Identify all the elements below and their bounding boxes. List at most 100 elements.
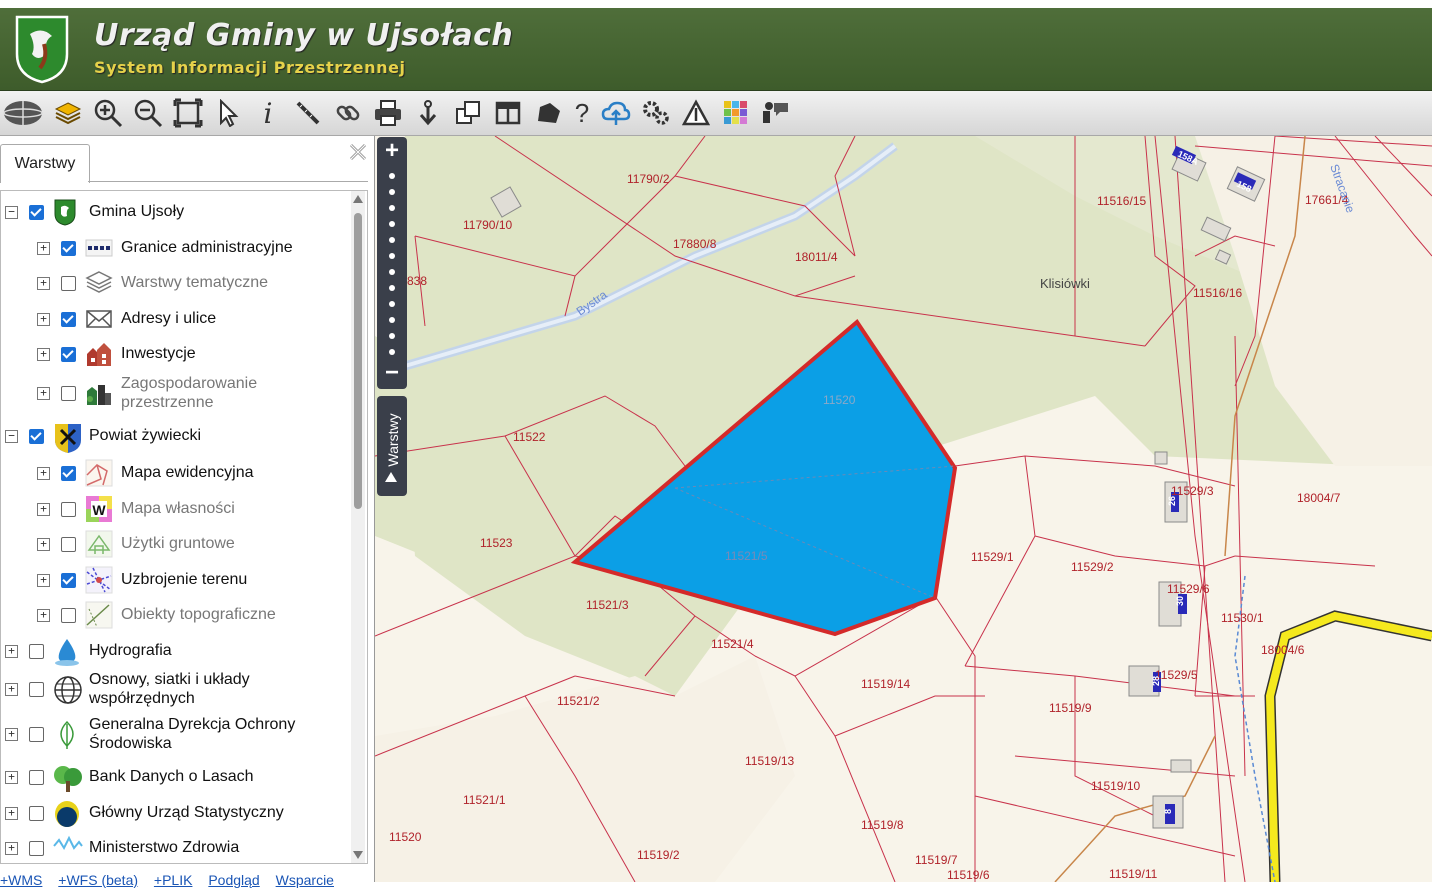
tab-warstwy[interactable]: Warstwy <box>0 144 90 183</box>
layer-row[interactable]: + Generalna Dyrekcja Ochrony Środowiska <box>1 710 349 758</box>
layer-row[interactable]: + Hydrografia <box>1 634 349 668</box>
expand-toggle-icon[interactable]: + <box>37 574 50 587</box>
layer-visibility-checkbox[interactable] <box>61 502 76 517</box>
layer-visibility-checkbox[interactable] <box>61 537 76 552</box>
layer-visibility-checkbox[interactable] <box>29 806 44 821</box>
palette-icon[interactable] <box>720 97 752 129</box>
layer-row[interactable]: + Zagospodarowanie przestrzenne <box>1 369 349 417</box>
layer-visibility-checkbox[interactable] <box>29 205 44 220</box>
link-add-wms[interactable]: +WMS <box>0 872 42 888</box>
zoom-out-icon[interactable] <box>132 97 164 129</box>
link-icon[interactable] <box>332 97 364 129</box>
expand-toggle-icon[interactable]: + <box>5 807 18 820</box>
expand-toggle-icon[interactable]: + <box>5 842 18 855</box>
link-preview[interactable]: Podgląd <box>208 872 259 888</box>
zoom-level-step[interactable] <box>389 221 395 227</box>
expand-toggle-icon[interactable]: + <box>37 538 50 551</box>
layer-visibility-checkbox[interactable] <box>29 727 44 742</box>
layer-row[interactable]: + Osnowy, siatki i układy współrzędnych <box>1 665 349 713</box>
expand-toggle-icon[interactable]: + <box>37 467 50 480</box>
zoom-level-step[interactable] <box>389 237 395 243</box>
help-icon[interactable]: ? <box>566 97 598 129</box>
layer-visibility-checkbox[interactable] <box>61 312 76 327</box>
layer-visibility-checkbox[interactable] <box>61 608 76 623</box>
zoom-level-step[interactable] <box>389 189 395 195</box>
zoom-out-button[interactable]: − <box>377 359 407 387</box>
layer-row[interactable]: + Użytki gruntowe <box>1 527 349 561</box>
settings-icon[interactable] <box>640 97 672 129</box>
layer-row[interactable]: − Gmina Ujsoły <box>1 195 349 229</box>
expand-toggle-icon[interactable]: + <box>37 503 50 516</box>
zoom-level-step[interactable] <box>389 285 395 291</box>
zoom-in-button[interactable]: + <box>377 137 407 165</box>
layer-visibility-checkbox[interactable] <box>29 429 44 444</box>
layer-row[interactable]: + W Mapa własności <box>1 492 349 526</box>
zoom-level-step[interactable] <box>389 205 395 211</box>
layer-visibility-checkbox[interactable] <box>29 770 44 785</box>
layer-row[interactable]: + Adresy i ulice <box>1 302 349 336</box>
expand-toggle-icon[interactable]: + <box>5 728 18 741</box>
info-icon[interactable]: i <box>252 97 284 130</box>
measure-icon[interactable] <box>292 97 324 129</box>
close-panel-icon[interactable] <box>348 142 368 168</box>
layer-row[interactable]: + Uzbrojenie terenu <box>1 563 349 597</box>
layer-visibility-checkbox[interactable] <box>61 241 76 256</box>
zoom-level-step[interactable] <box>389 173 395 179</box>
layers-icon[interactable] <box>52 97 84 129</box>
layer-visibility-checkbox[interactable] <box>61 347 76 362</box>
layer-row[interactable]: + Główny Urząd Statystyczny <box>1 796 349 830</box>
collapse-toggle-icon[interactable]: − <box>5 430 18 443</box>
layer-row[interactable]: + Bank Danych o Lasach <box>1 760 349 794</box>
layer-row[interactable]: + Inwestycje <box>1 337 349 371</box>
select-arrow-icon[interactable] <box>212 97 244 129</box>
zoom-level-step[interactable] <box>389 253 395 259</box>
zoom-in-icon[interactable] <box>92 97 124 129</box>
zoom-level-step[interactable] <box>389 317 395 323</box>
expand-toggle-icon[interactable]: + <box>5 771 18 784</box>
expand-toggle-icon[interactable]: + <box>5 683 18 696</box>
layer-row[interactable]: + Mapa ewidencyjna <box>1 456 349 490</box>
cloud-upload-icon[interactable] <box>600 97 632 129</box>
expand-toggle-icon[interactable]: + <box>37 348 50 361</box>
shape-icon[interactable] <box>532 97 564 129</box>
zoom-level-step[interactable] <box>389 269 395 275</box>
chat-icon[interactable] <box>760 97 792 129</box>
layer-row[interactable]: + Obiekty topograficzne <box>1 598 349 632</box>
ujsoly-coat-of-arms-logo[interactable] <box>14 14 70 84</box>
zoom-extent-icon[interactable] <box>172 97 204 129</box>
scroll-up-icon[interactable] <box>353 195 363 203</box>
map-view[interactable]: 11790/2 11790/10 17880/8 18011/4 11516/15 176… <box>375 136 1432 882</box>
copy-icon[interactable] <box>452 97 484 129</box>
expand-toggle-icon[interactable]: + <box>37 277 50 290</box>
warning-icon[interactable] <box>680 97 712 129</box>
layer-row[interactable]: + Ministerstwo Zdrowia <box>1 831 349 863</box>
layer-row[interactable]: + Granice administracyjne <box>1 231 349 265</box>
link-add-file[interactable]: +PLIK <box>154 872 193 888</box>
zoom-level-step[interactable] <box>389 349 395 355</box>
expand-toggle-icon[interactable]: + <box>37 387 50 400</box>
print-icon[interactable] <box>372 97 404 129</box>
layer-visibility-checkbox[interactable] <box>61 276 76 291</box>
collapse-toggle-icon[interactable]: − <box>5 206 18 219</box>
layer-visibility-checkbox[interactable] <box>29 682 44 697</box>
scroll-down-icon[interactable] <box>353 851 363 859</box>
layout-icon[interactable] <box>492 97 524 129</box>
layer-visibility-checkbox[interactable] <box>29 841 44 856</box>
expand-toggle-icon[interactable]: + <box>37 609 50 622</box>
download-icon[interactable] <box>412 97 444 129</box>
map-canvas[interactable]: 11790/211790/1017880/818011/411516/15 176… <box>375 136 1432 882</box>
layer-row[interactable]: − Powiat żywiecki <box>1 419 349 453</box>
geosystem-logo-icon[interactable] <box>2 97 44 129</box>
link-add-wfs[interactable]: +WFS (beta) <box>58 872 138 888</box>
zoom-level-step[interactable] <box>389 301 395 307</box>
expand-toggle-icon[interactable]: + <box>37 313 50 326</box>
layer-row[interactable]: + Warstwy tematyczne <box>1 266 349 300</box>
layer-visibility-checkbox[interactable] <box>61 386 76 401</box>
layer-visibility-checkbox[interactable] <box>61 573 76 588</box>
layers-side-tab[interactable]: Warstwy <box>377 396 407 496</box>
link-support[interactable]: Wsparcie <box>276 872 334 888</box>
layer-visibility-checkbox[interactable] <box>61 466 76 481</box>
layer-visibility-checkbox[interactable] <box>29 644 44 659</box>
zoom-level-step[interactable] <box>389 333 395 339</box>
expand-toggle-icon[interactable]: + <box>5 645 18 658</box>
